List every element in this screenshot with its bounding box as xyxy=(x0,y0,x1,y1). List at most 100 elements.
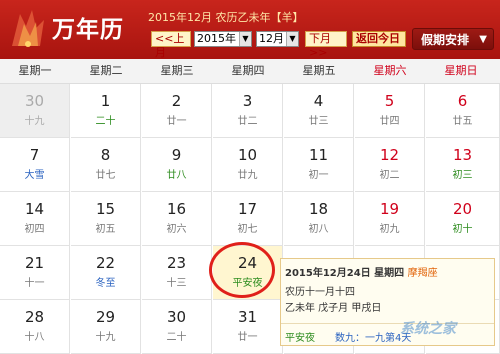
popup-festival: 平安夜 xyxy=(285,333,315,344)
prev-month-button[interactable]: <<上月 xyxy=(151,31,191,59)
day-cell[interactable]: 6 廿五 xyxy=(426,84,500,138)
day-cell[interactable]: 17 初七 xyxy=(213,192,283,246)
day-cell[interactable]: 22 冬至 xyxy=(71,246,141,300)
day-cell[interactable]: 9 廿八 xyxy=(142,138,212,192)
day-detail-popup: 2015年12月24日 星期四 摩羯座 农历十一月十四 乙未年 戊子月 甲戌日 … xyxy=(280,258,495,346)
lunar-date: 初七 xyxy=(237,224,258,235)
day-cell[interactable]: 7 大雪 xyxy=(0,138,70,192)
lunar-date: 廿七 xyxy=(95,170,116,181)
day-cell[interactable]: 3 廿二 xyxy=(213,84,283,138)
day-cell[interactable]: 31 廿一 xyxy=(213,300,283,354)
day-cell[interactable]: 15 初五 xyxy=(71,192,141,246)
day-cell[interactable]: 11 初一 xyxy=(284,138,354,192)
popup-footer: 平安夜 数九：一九第4天 xyxy=(281,323,494,348)
current-month-info: 2015年12月 农历乙未年【羊】 xyxy=(148,11,304,24)
day-number: 16 xyxy=(166,200,187,218)
chevron-down-icon: ▼ xyxy=(479,34,487,45)
day-number: 17 xyxy=(237,200,258,218)
popup-lunar: 农历十一月十四 xyxy=(285,287,355,298)
weekday-tue: 星期二 xyxy=(89,64,123,77)
holiday-schedule-label: 假期安排 xyxy=(421,33,470,47)
chevron-down-icon: ▼ xyxy=(286,32,298,46)
lunar-date: 二十 xyxy=(166,332,187,343)
popup-ganzhi: 乙未年 戊子月 甲戌日 xyxy=(285,303,382,314)
weekday-fri: 星期五 xyxy=(302,64,336,77)
today-highlight-circle xyxy=(209,242,275,298)
lunar-date: 廿二 xyxy=(237,116,258,127)
day-number: 11 xyxy=(308,146,329,164)
day-number: 8 xyxy=(100,146,111,164)
lunar-date: 十八 xyxy=(24,332,45,343)
lunar-date: 初五 xyxy=(95,224,116,235)
day-number: 12 xyxy=(379,146,400,164)
day-number: 30 xyxy=(24,92,45,110)
day-number: 19 xyxy=(379,200,400,218)
lunar-date: 十九 xyxy=(95,332,116,343)
weekday-thu: 星期四 xyxy=(231,64,265,77)
day-number: 29 xyxy=(95,308,116,326)
day-cell[interactable]: 4 廿三 xyxy=(284,84,354,138)
month-select[interactable]: 12月 ▼ xyxy=(256,31,299,47)
popup-zodiac: 摩羯座 xyxy=(407,268,438,279)
day-cell[interactable]: 16 初六 xyxy=(142,192,212,246)
watermark: 系统之家 xyxy=(400,321,456,337)
lunar-date: 初二 xyxy=(379,170,400,181)
day-number: 7 xyxy=(29,146,40,164)
weekday-sat: 星期六 xyxy=(373,64,407,77)
lunar-date: 初九 xyxy=(379,224,400,235)
lunar-date: 二十 xyxy=(95,116,116,127)
holiday-schedule-button[interactable]: 假期安排 ▼ xyxy=(412,28,494,50)
lunar-date: 初十 xyxy=(452,224,473,235)
day-cell[interactable]: 28 十八 xyxy=(0,300,70,354)
day-number: 28 xyxy=(24,308,45,326)
weekday-wed: 星期三 xyxy=(160,64,194,77)
day-cell[interactable]: 18 初八 xyxy=(284,192,354,246)
day-cell[interactable]: 21 十一 xyxy=(0,246,70,300)
day-number: 1 xyxy=(100,92,111,110)
day-number: 20 xyxy=(452,200,473,218)
weekday-mon: 星期一 xyxy=(18,64,52,77)
day-cell[interactable]: 29 十九 xyxy=(71,300,141,354)
day-cell[interactable]: 20 初十 xyxy=(426,192,500,246)
lunar-date: 初八 xyxy=(308,224,329,235)
popup-date: 2015年12月24日 星期四 xyxy=(285,268,405,279)
day-number: 13 xyxy=(452,146,473,164)
day-cell[interactable]: 1 二十 xyxy=(71,84,141,138)
day-number: 21 xyxy=(24,254,45,272)
lunar-date: 廿三 xyxy=(308,116,329,127)
day-cell[interactable]: 10 廿九 xyxy=(213,138,283,192)
day-cell[interactable]: 13 初三 xyxy=(426,138,500,192)
lunar-date: 初三 xyxy=(452,170,473,181)
weekday-sun: 星期日 xyxy=(444,64,478,77)
day-cell[interactable]: 5 廿四 xyxy=(355,84,425,138)
lunar-date: 初六 xyxy=(166,224,187,235)
day-number: 15 xyxy=(95,200,116,218)
day-cell[interactable]: 14 初四 xyxy=(0,192,70,246)
back-to-today-button[interactable]: 返回今日 xyxy=(352,31,406,47)
header-bar: 万年历 2015年12月 农历乙未年【羊】 <<上月 2015年 ▼ 12月 ▼… xyxy=(0,0,500,59)
day-cell[interactable]: 2 廿一 xyxy=(142,84,212,138)
app-title: 万年历 xyxy=(52,17,124,43)
year-select[interactable]: 2015年 ▼ xyxy=(194,31,252,47)
day-cell[interactable]: 23 十三 xyxy=(142,246,212,300)
day-number: 3 xyxy=(242,92,253,110)
day-cell[interactable]: 30 二十 xyxy=(142,300,212,354)
lunar-date: 廿一 xyxy=(237,332,258,343)
lunar-date: 十一 xyxy=(24,278,45,289)
weekday-header: 星期一 星期二 星期三 星期四 星期五 星期六 星期日 xyxy=(0,59,500,84)
popup-date-line: 2015年12月24日 星期四 摩羯座 xyxy=(285,264,438,279)
day-cell[interactable]: 19 初九 xyxy=(355,192,425,246)
day-cell[interactable]: 30 十九 xyxy=(0,84,70,138)
day-number: 31 xyxy=(237,308,258,326)
day-number: 4 xyxy=(313,92,324,110)
day-number: 23 xyxy=(166,254,187,272)
next-month-button[interactable]: 下月>> xyxy=(305,31,347,59)
lunar-date: 廿九 xyxy=(237,170,258,181)
day-number: 14 xyxy=(24,200,45,218)
day-cell[interactable]: 12 初二 xyxy=(355,138,425,192)
calendar-logo-icon xyxy=(12,10,44,47)
lunar-date: 十三 xyxy=(166,278,187,289)
day-cell[interactable]: 8 廿七 xyxy=(71,138,141,192)
day-number: 5 xyxy=(384,92,395,110)
day-number: 6 xyxy=(457,92,468,110)
